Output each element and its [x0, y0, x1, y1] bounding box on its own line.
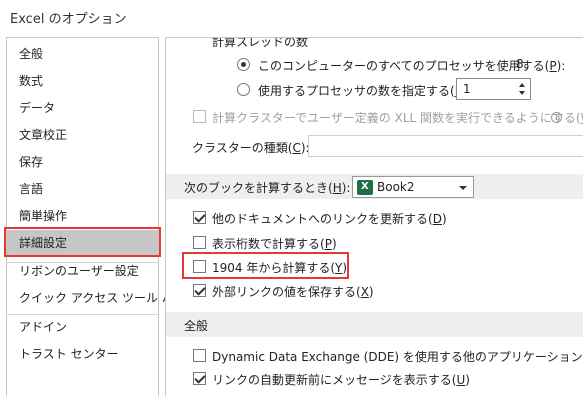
sidebar-item-customize-ribbon[interactable]: リボンのユーザー設定	[7, 258, 158, 285]
spinner-down-icon[interactable]	[519, 91, 525, 95]
window-title: Excel のオプション	[10, 12, 127, 27]
checkbox-save-external-link-values-label: 外部リンクの値を保存する(X)	[212, 285, 374, 299]
sidebar-item-quick-access-toolbar[interactable]: クイック アクセス ツール バー	[7, 285, 186, 312]
sidebar-item-proofing[interactable]: 文章校正	[7, 122, 158, 149]
sidebar-item-save[interactable]: 保存	[7, 149, 158, 176]
radio-manual-processors-label: 使用するプロセッサの数を指定する(M):	[258, 84, 474, 98]
sidebar-item-general[interactable]: 全般	[7, 41, 158, 68]
checkbox-precision-as-displayed-label: 表示桁数で計算する(P)	[212, 237, 337, 251]
checkbox-xll-cluster-label: 計算クラスターでユーザー定義の XLL 関数を実行できるようにする(W)	[212, 111, 583, 125]
sidebar-item-language[interactable]: 言語	[7, 176, 158, 203]
sidebar-item-trust-center[interactable]: トラスト センター	[7, 341, 158, 368]
title-bar: Excel のオプション	[0, 0, 583, 34]
processor-count: 8	[516, 57, 524, 71]
checkbox-update-links-label: 他のドキュメントへのリンクを更新する(D)	[212, 212, 447, 226]
checkbox-precision-as-displayed[interactable]	[193, 236, 206, 249]
sidebar-item-addins[interactable]: アドイン	[7, 314, 158, 341]
sidebar-item-formulas[interactable]: 数式	[7, 68, 158, 95]
highlight-box-advanced	[4, 227, 161, 257]
calc-threads-header: 計算スレッドの数	[212, 37, 309, 49]
sidebar-item-accessibility[interactable]: 簡単操作	[7, 203, 158, 230]
section-title-workbook-calc: 次のブックを計算するとき(H):	[184, 181, 351, 195]
checkbox-xll-cluster[interactable]	[193, 110, 206, 123]
spinner-arrows[interactable]	[516, 79, 530, 99]
radio-manual-processors[interactable]	[237, 83, 250, 96]
cluster-type-input[interactable]	[308, 135, 583, 157]
checkbox-ask-update-links[interactable]	[193, 372, 206, 385]
spinner-up-icon[interactable]	[519, 83, 525, 87]
section-header-general: 全般	[166, 312, 583, 337]
workbook-select-value: Book2	[377, 180, 415, 194]
checkbox-ask-update-links-label: リンクの自動更新前にメッセージを表示する(U)	[212, 373, 470, 387]
chevron-down-icon[interactable]	[459, 186, 467, 190]
cluster-type-label: クラスターの種類(C):	[192, 141, 310, 155]
info-icon: i	[551, 112, 562, 123]
excel-workbook-icon	[357, 180, 373, 195]
processor-count-spinner[interactable]: 1	[456, 78, 531, 100]
sidebar-item-data[interactable]: データ	[7, 95, 158, 122]
checkbox-update-links[interactable]	[193, 211, 206, 224]
workbook-select[interactable]: Book2	[352, 176, 474, 198]
options-sidebar: 全般 数式 データ 文章校正 保存 言語 簡単操作 詳細設定 リボンのユーザー設…	[6, 37, 186, 396]
radio-use-all-processors[interactable]	[237, 58, 250, 71]
checkbox-ignore-dde-label: Dynamic Data Exchange (DDE) を使用する他のアプリケー…	[212, 350, 583, 364]
checkbox-save-external-link-values[interactable]	[193, 284, 206, 297]
highlight-box-1904	[182, 252, 349, 279]
checkbox-ignore-dde[interactable]	[193, 349, 206, 362]
options-main-panel: 計算スレッドの数 このコンピューターのすべてのプロセッサを使用する(P): 8 …	[165, 37, 583, 396]
section-title-general: 全般	[184, 319, 209, 333]
processor-count-value: 1	[463, 82, 471, 96]
